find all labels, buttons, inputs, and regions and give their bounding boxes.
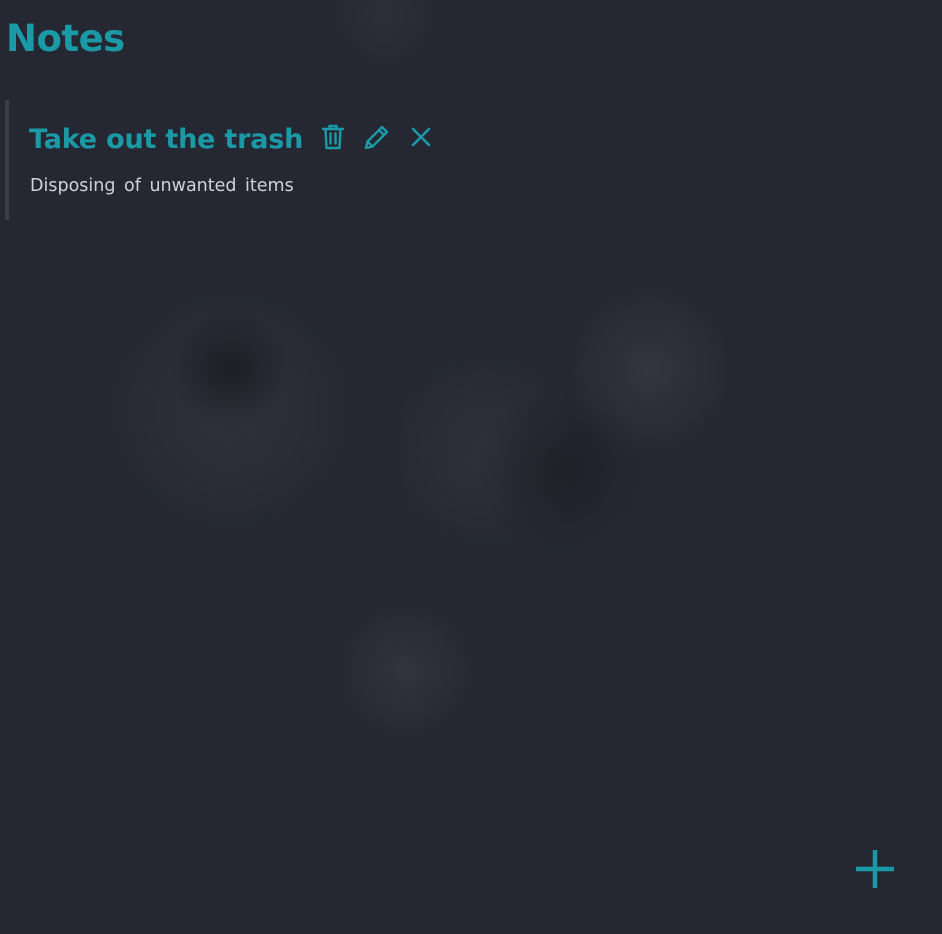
background-blur (400, 320, 570, 580)
page-title: Notes (6, 17, 125, 60)
close-note-button[interactable] (408, 122, 434, 152)
note-title: Take out the trash (29, 124, 304, 155)
background-blur (575, 270, 725, 470)
background-blur (480, 380, 640, 560)
trash-icon (322, 124, 344, 150)
pencil-icon (364, 125, 389, 150)
note-description: Disposing of unwanted items (30, 176, 294, 196)
plus-icon (856, 850, 894, 888)
delete-note-button[interactable] (320, 122, 346, 152)
background-blur (110, 260, 350, 560)
background-blur (330, 0, 440, 70)
close-icon (411, 127, 431, 147)
background-blur (340, 590, 470, 750)
background-blur (170, 310, 290, 430)
edit-note-button[interactable] (364, 122, 390, 152)
add-note-button[interactable] (851, 845, 899, 893)
note-actions (320, 122, 434, 152)
note-card: Take out the trash Disposing of unwanted… (5, 100, 465, 220)
